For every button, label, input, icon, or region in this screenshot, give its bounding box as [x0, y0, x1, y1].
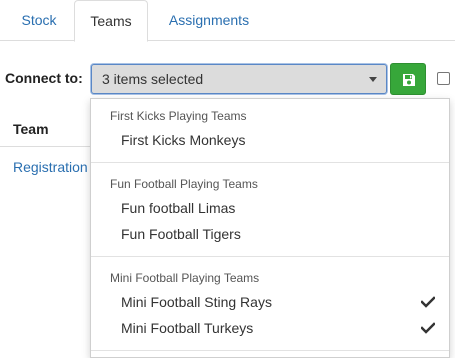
- option-label: Fun Football Tigers: [121, 226, 241, 242]
- option-label: First Kicks Monkeys: [121, 132, 246, 148]
- option-first-kicks-monkeys[interactable]: First Kicks Monkeys: [91, 128, 449, 154]
- connect-to-select[interactable]: 3 items selected: [91, 64, 387, 94]
- checkmark-icon: [421, 296, 435, 308]
- header-divider: [0, 146, 90, 147]
- group-header-mini-football: Mini Football Playing Teams: [110, 271, 260, 285]
- tab-stock[interactable]: Stock: [6, 0, 72, 41]
- option-label: Mini Football Turkeys: [121, 320, 254, 336]
- option-label: Mini Football Sting Rays: [121, 294, 272, 310]
- option-fun-football-limas[interactable]: Fun football Limas: [91, 196, 449, 222]
- group-divider: [91, 256, 449, 257]
- registration-link[interactable]: Registration: [13, 159, 88, 175]
- option-label: Fun football Limas: [121, 200, 236, 216]
- tab-assignments[interactable]: Assignments: [150, 0, 268, 41]
- group-header-first-kicks: First Kicks Playing Teams: [110, 109, 247, 123]
- select-value: 3 items selected: [102, 71, 204, 87]
- team-column-header: Team: [13, 121, 49, 137]
- option-mini-football-turkeys[interactable]: Mini Football Turkeys: [91, 316, 449, 342]
- group-divider: [91, 162, 449, 163]
- save-icon: [403, 74, 415, 86]
- save-button[interactable]: [390, 63, 426, 95]
- connect-to-label: Connect to:: [5, 70, 83, 86]
- checkmark-icon: [421, 322, 435, 334]
- group-divider: [91, 350, 449, 351]
- option-mini-football-sting-rays[interactable]: Mini Football Sting Rays: [91, 290, 449, 316]
- teams-dropdown-menu: First Kicks Playing Teams First Kicks Mo…: [90, 98, 450, 358]
- option-fun-football-tigers[interactable]: Fun Football Tigers: [91, 222, 449, 248]
- caret-down-icon: [369, 77, 377, 82]
- group-header-fun-football: Fun Football Playing Teams: [110, 177, 258, 191]
- tab-teams[interactable]: Teams: [74, 0, 148, 42]
- tab-bar: Stock Teams Assignments: [0, 0, 455, 42]
- option-checkbox[interactable]: [437, 72, 450, 85]
